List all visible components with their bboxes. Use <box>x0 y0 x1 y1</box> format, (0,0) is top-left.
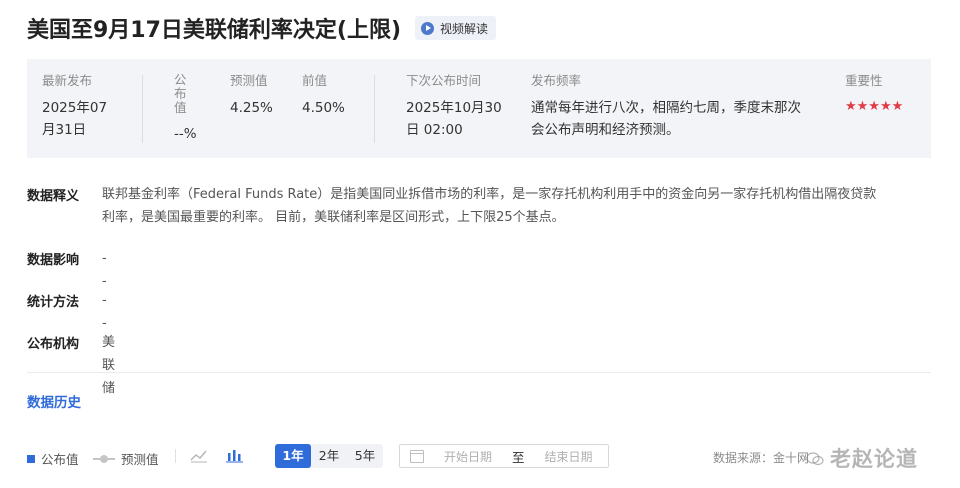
impact-label: 数据影响 <box>27 253 80 268</box>
frequency-value: 通常每年进行八次，相隔约七周，季度末那次 会公布声明和经济预测。 <box>531 97 831 141</box>
info-panel: 最新发布 2025年07 月31日 公 布 值 --% 预测值 4.25% 前值… <box>27 59 931 158</box>
year-option-5[interactable]: 5年 <box>347 444 383 468</box>
published-value-text: --% <box>174 126 197 142</box>
section-divider <box>27 372 931 373</box>
end-date-input[interactable]: 结束日期 <box>545 448 593 465</box>
latest-release-value-line1: 2025年07 <box>42 100 108 116</box>
forecast-label: 预测值 <box>230 73 268 88</box>
previous-label: 前值 <box>302 73 328 88</box>
latest-release-label: 最新发布 <box>42 73 93 88</box>
next-release-value-line2: 日 02:00 <box>406 122 463 138</box>
video-explain-label: 视频解读 <box>440 21 489 36</box>
method-label: 统计方法 <box>27 295 80 310</box>
frequency-value-line2: 会公布声明和经济预测。 <box>531 122 680 138</box>
published-label-3: 值 <box>174 100 187 115</box>
definition-line1: 联邦基金利率（Federal Funds Rate）是指美国同业拆借市场的利率，… <box>102 187 877 202</box>
divider <box>175 449 176 463</box>
divider <box>142 75 143 143</box>
play-icon <box>421 21 435 35</box>
year-range-selector: 1年 2年 5年 <box>275 444 383 468</box>
legend-forecast-label: 预测值 <box>121 452 159 467</box>
bar-chart-icon[interactable] <box>226 447 244 463</box>
agency-value: 美联储 <box>102 335 116 396</box>
next-release: 下次公布时间 2025年10月30 日 02:00 <box>406 73 516 141</box>
history-toolbar: 公布值 预测值 1年 2年 5年 开始日期 至 结束日期 数据来源：金十网 <box>27 443 931 469</box>
legend-dot-line-icon <box>93 454 115 463</box>
next-release-value-line1: 2025年10月30 <box>406 100 502 116</box>
page-title: 美国至9月17日美联储利率决定(上限) <box>27 18 402 43</box>
next-release-label: 下次公布时间 <box>406 73 482 88</box>
title-row: 美国至9月17日美联储利率决定(上限) 视频解读 <box>27 12 497 44</box>
frequency-label: 发布频率 <box>531 73 582 88</box>
forecast: 预测值 4.25% <box>230 73 290 119</box>
frequency: 发布频率 通常每年进行八次，相隔约七周，季度末那次 会公布声明和经济预测。 <box>531 73 831 141</box>
importance-stars: ★★★★★ <box>845 99 904 114</box>
latest-release: 最新发布 2025年07 月31日 <box>42 73 132 141</box>
legend-published[interactable]: 公布值 <box>27 449 79 468</box>
video-explain-button[interactable]: 视频解读 <box>415 16 497 40</box>
previous: 前值 4.50% <box>302 73 362 119</box>
legend-forecast[interactable]: 预测值 <box>93 449 159 468</box>
method-value: -- <box>102 293 107 331</box>
latest-release-value: 2025年07 月31日 <box>42 97 132 141</box>
calendar-icon <box>410 449 424 463</box>
wechat-icon <box>806 452 824 466</box>
definition-label: 数据释义 <box>27 189 80 204</box>
date-range-picker[interactable]: 开始日期 至 结束日期 <box>399 444 609 468</box>
definition-text: 联邦基金利率（Federal Funds Rate）是指美国同业拆借市场的利率，… <box>102 183 932 229</box>
line-chart-icon[interactable] <box>190 447 208 463</box>
legend-published-label: 公布值 <box>41 452 79 467</box>
importance: 重要性 ★★★★★ <box>845 73 925 114</box>
forecast-value: 4.25% <box>230 100 273 116</box>
definition-line2: 利率，是美国最重要的利率。 目前，美联储利率是区间形式，上下限25个基点。 <box>102 210 565 225</box>
published-label-1: 公 <box>174 72 187 87</box>
frequency-value-line1: 通常每年进行八次，相隔约七周，季度末那次 <box>531 100 801 116</box>
published-label: 公 布 值 <box>174 73 214 115</box>
start-date-input[interactable]: 开始日期 <box>444 448 496 465</box>
legend-square-icon <box>27 454 35 463</box>
previous-value: 4.50% <box>302 100 345 116</box>
range-separator: 至 <box>512 449 525 465</box>
year-option-2[interactable]: 2年 <box>311 444 347 468</box>
watermark: 老赵论道 <box>830 447 918 471</box>
published-label-2: 布 <box>174 86 187 101</box>
divider <box>374 75 375 143</box>
impact-value: -- <box>102 251 107 289</box>
latest-release-value-line2: 月31日 <box>42 122 87 138</box>
year-option-1[interactable]: 1年 <box>275 444 311 468</box>
data-source: 数据来源：金十网 <box>713 451 810 465</box>
data-history-tab[interactable]: 数据历史 <box>27 391 81 411</box>
importance-label: 重要性 <box>845 73 883 88</box>
agency-label: 公布机构 <box>27 337 80 352</box>
next-release-value: 2025年10月30 日 02:00 <box>406 97 516 141</box>
published-value: 公 布 值 --% <box>174 73 214 145</box>
